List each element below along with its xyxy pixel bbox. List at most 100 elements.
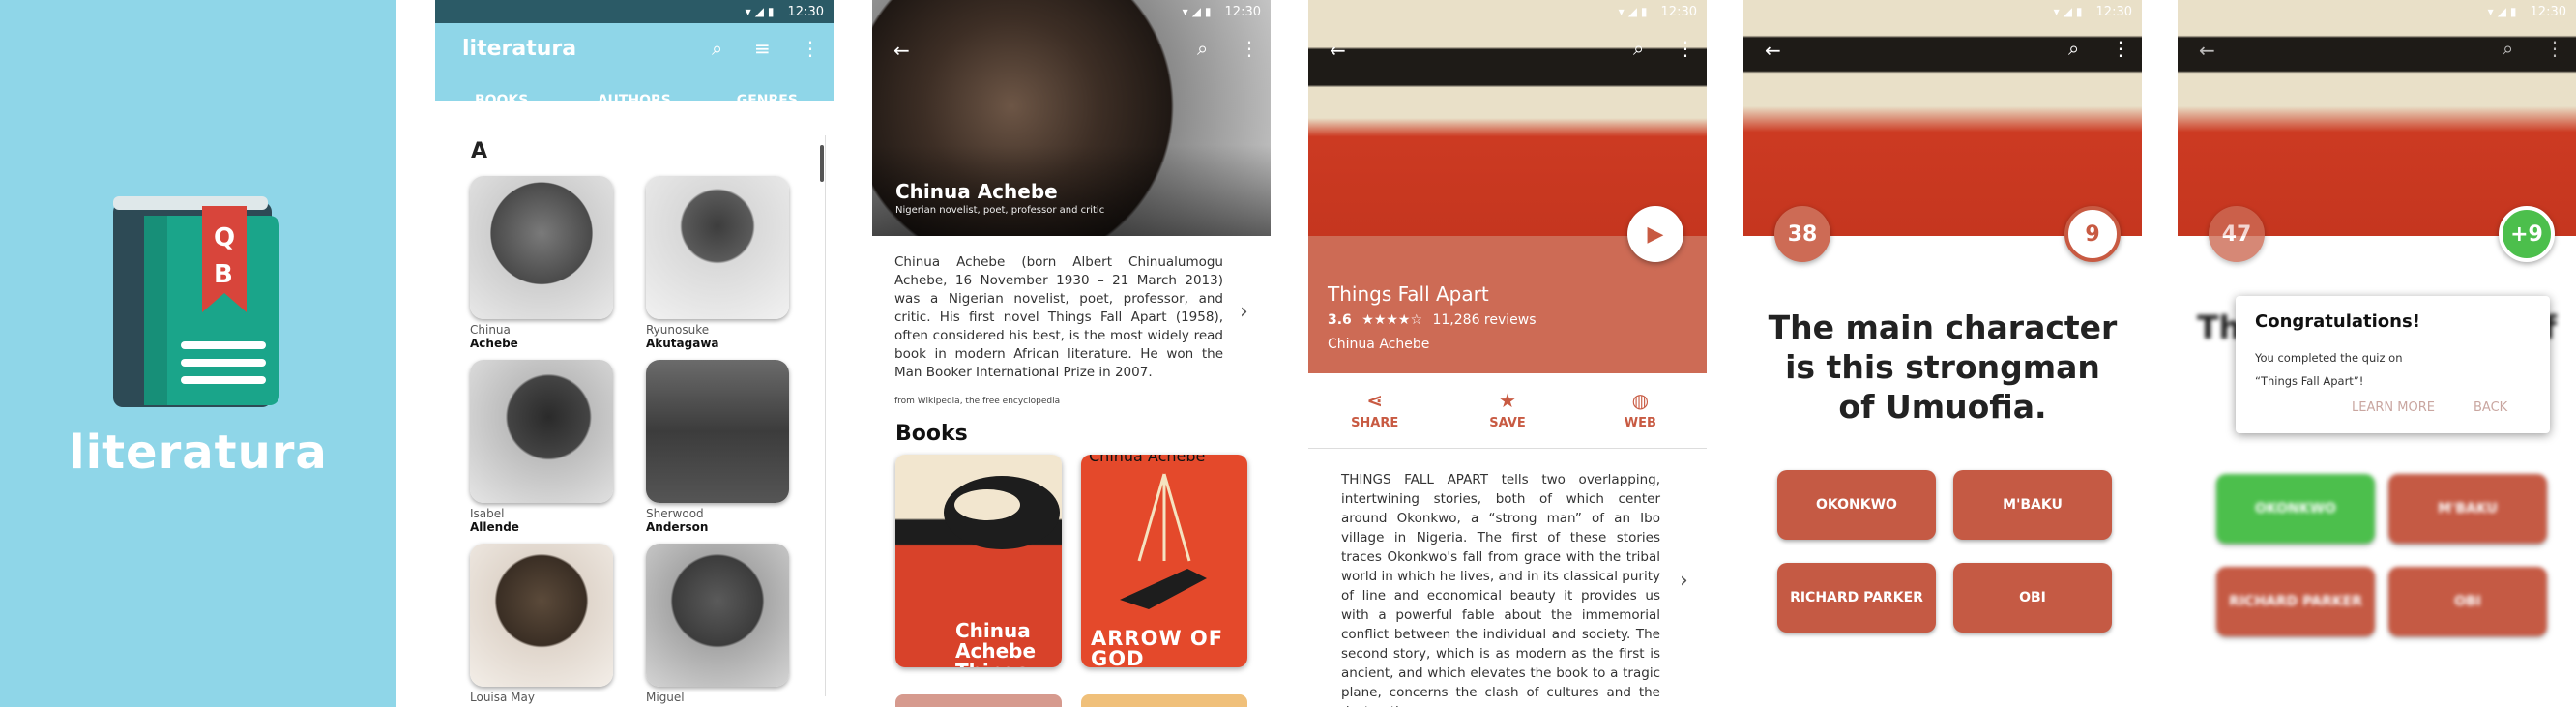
author-name: Chinua Achebe	[895, 180, 1058, 203]
status-bar: ▾◢▮ 12:30	[2178, 0, 2576, 23]
globe-icon: ◍	[1631, 389, 1650, 412]
author-card[interactable]: Ryunosuke Akutagawa	[646, 176, 789, 350]
author-first-name: Ryunosuke	[646, 323, 710, 337]
more-icon[interactable]: ⋮	[1240, 37, 1259, 60]
book-cover[interactable]	[895, 694, 1062, 707]
web-label: WEB	[1624, 416, 1656, 430]
play-button[interactable]: ▶	[1627, 206, 1683, 262]
app-logo: Q B	[113, 196, 279, 409]
answer-button-correct[interactable]: OKONKWO	[2216, 474, 2375, 544]
book-author[interactable]: Chinua Achebe	[1328, 337, 1429, 352]
back-arrow-icon[interactable]: ←	[893, 39, 910, 62]
brand-panel: Q B literatura	[0, 0, 396, 707]
author-photo	[646, 544, 789, 687]
learn-more-button[interactable]: LEARN MORE	[2352, 400, 2435, 415]
tab-genres[interactable]: GENRES	[701, 77, 834, 124]
author-photo	[470, 176, 613, 319]
action-bar: ⋖ SHARE ★ SAVE ◍ WEB	[1308, 383, 1707, 449]
book-rating: 3.6 ★★★★☆ 11,286 reviews	[1328, 312, 1537, 328]
author-last-name: Allende	[470, 520, 519, 534]
author-bio: Chinua Achebe (born Albert Chinualumogu …	[894, 254, 1223, 380]
book-description: THINGS FALL APART tells two overlapping,…	[1341, 472, 1660, 707]
search-icon[interactable]: ⌕	[712, 37, 722, 60]
back-arrow-icon[interactable]: ←	[1765, 39, 1781, 62]
tab-authors[interactable]: AUTHORS	[568, 77, 700, 124]
author-first-name: Miguel	[646, 691, 685, 704]
author-last-name: Achebe	[470, 337, 518, 350]
web-button[interactable]: ◍ WEB	[1574, 383, 1707, 448]
more-icon[interactable]: ⋮	[2545, 37, 2564, 60]
author-first-name: Isabel	[470, 507, 505, 520]
search-icon[interactable]: ⌕	[1197, 37, 1208, 60]
author-card[interactable]: Isabel Allende	[470, 360, 613, 534]
search-icon[interactable]: ⌕	[2068, 37, 2079, 60]
more-icon[interactable]: ⋮	[801, 37, 820, 60]
book-logo-icon	[113, 196, 279, 407]
books-heading: Books	[895, 422, 968, 446]
author-card[interactable]: Miguel	[646, 544, 789, 704]
author-card[interactable]: Chinua Achebe	[470, 176, 613, 350]
answer-button[interactable]: OBI	[2388, 567, 2547, 636]
status-time: 12:30	[1224, 4, 1261, 19]
status-time: 12:30	[1660, 4, 1697, 19]
bio-source: from Wikipedia, the free encyclopedia	[894, 397, 1061, 406]
answer-button[interactable]: RICHARD PARKER	[1777, 563, 1936, 633]
quiz-hero-image	[2178, 0, 2576, 236]
answer-button[interactable]: OKONKWO	[1777, 470, 1936, 540]
author-card[interactable]: Sherwood Anderson	[646, 360, 789, 534]
answer-button[interactable]: M'BAKU	[2388, 474, 2547, 544]
author-last-name: Akutagawa	[646, 337, 719, 350]
scroll-track	[825, 135, 826, 696]
tab-bar: BOOKS AUTHORS GENRES	[435, 77, 834, 124]
dialog-message-line: You completed the quiz on	[2255, 351, 2403, 365]
screen-quiz-complete: ▾◢▮ 12:30 ← ⌕ ⋮ 47 +9 Thf OKONKWO M'BAKU…	[2178, 0, 2576, 707]
save-button[interactable]: ★ SAVE	[1441, 383, 1573, 448]
author-photo	[646, 176, 789, 319]
book-title: Things Fall Apart	[1328, 282, 1489, 306]
tab-books[interactable]: BOOKS	[435, 77, 568, 124]
author-last-name: Anderson	[646, 520, 709, 534]
author-first-name: Chinua	[470, 323, 511, 337]
search-icon[interactable]: ⌕	[1633, 37, 1644, 60]
answer-button[interactable]: RICHARD PARKER	[2216, 567, 2375, 636]
back-arrow-icon[interactable]: ←	[2199, 39, 2215, 62]
back-button[interactable]: BACK	[2474, 400, 2507, 415]
author-first-name: Sherwood	[646, 507, 704, 520]
chevron-right-icon[interactable]: ›	[1240, 300, 1248, 324]
book-cover[interactable]: Chinua Achebe ARROW OF GOD	[1081, 455, 1247, 667]
book-cover[interactable]: Chinua Achebe Things Fall Apart	[895, 455, 1062, 667]
chevron-right-icon[interactable]: ›	[1680, 569, 1688, 593]
cover-title: Chinua Achebe Things Fall Apart	[955, 619, 1037, 668]
review-count: 11,286 reviews	[1432, 312, 1537, 328]
book-cover[interactable]	[1081, 694, 1247, 707]
answer-button[interactable]: M'BAKU	[1953, 470, 2112, 540]
app-toolbar: literatura ⌕ ≡ ⋮ BOOKS AUTHORS GENRES	[435, 23, 834, 124]
status-time: 12:30	[787, 4, 824, 19]
signal-icons: ▾◢▮	[2053, 5, 2087, 18]
search-icon[interactable]: ⌕	[2503, 37, 2513, 60]
author-card[interactable]: Louisa May	[470, 544, 613, 704]
dialog-message-line: “Things Fall Apart”!	[2255, 374, 2364, 388]
status-bar: ▾◢▮ 12:30	[1308, 0, 1707, 23]
screen-author-detail: ▾◢▮ 12:30 ← ⌕ ⋮ Chinua Achebe Nigerian n…	[872, 0, 1271, 707]
status-bar: ▾◢▮ 12:30	[872, 0, 1271, 23]
play-icon: ▶	[1647, 221, 1664, 247]
screen-authors: ▾◢▮ 12:30 literatura ⌕ ≡ ⋮ BOOKS AUTHORS…	[435, 0, 834, 707]
back-arrow-icon[interactable]: ←	[1330, 39, 1346, 62]
more-icon[interactable]: ⋮	[1676, 37, 1695, 60]
status-time: 12:30	[2530, 4, 2566, 19]
status-bar: ▾◢▮ 12:30	[435, 0, 834, 23]
author-subtitle: Nigerian novelist, poet, professor and c…	[895, 205, 1105, 216]
answer-button[interactable]: OBI	[1953, 563, 2112, 633]
more-icon[interactable]: ⋮	[2111, 37, 2130, 60]
cover-title: ARROW OF GOD	[1091, 627, 1224, 668]
filter-icon[interactable]: ≡	[754, 37, 771, 60]
share-label: SHARE	[1351, 416, 1399, 430]
share-button[interactable]: ⋖ SHARE	[1308, 383, 1441, 448]
quiz-hero-image	[1743, 0, 2142, 236]
rating-value: 3.6	[1328, 312, 1352, 328]
app-name: literatura	[69, 426, 328, 480]
status-time: 12:30	[2095, 4, 2132, 19]
dialog-message: You completed the quiz on “Things Fall A…	[2255, 346, 2535, 393]
scrollbar[interactable]	[820, 145, 824, 182]
